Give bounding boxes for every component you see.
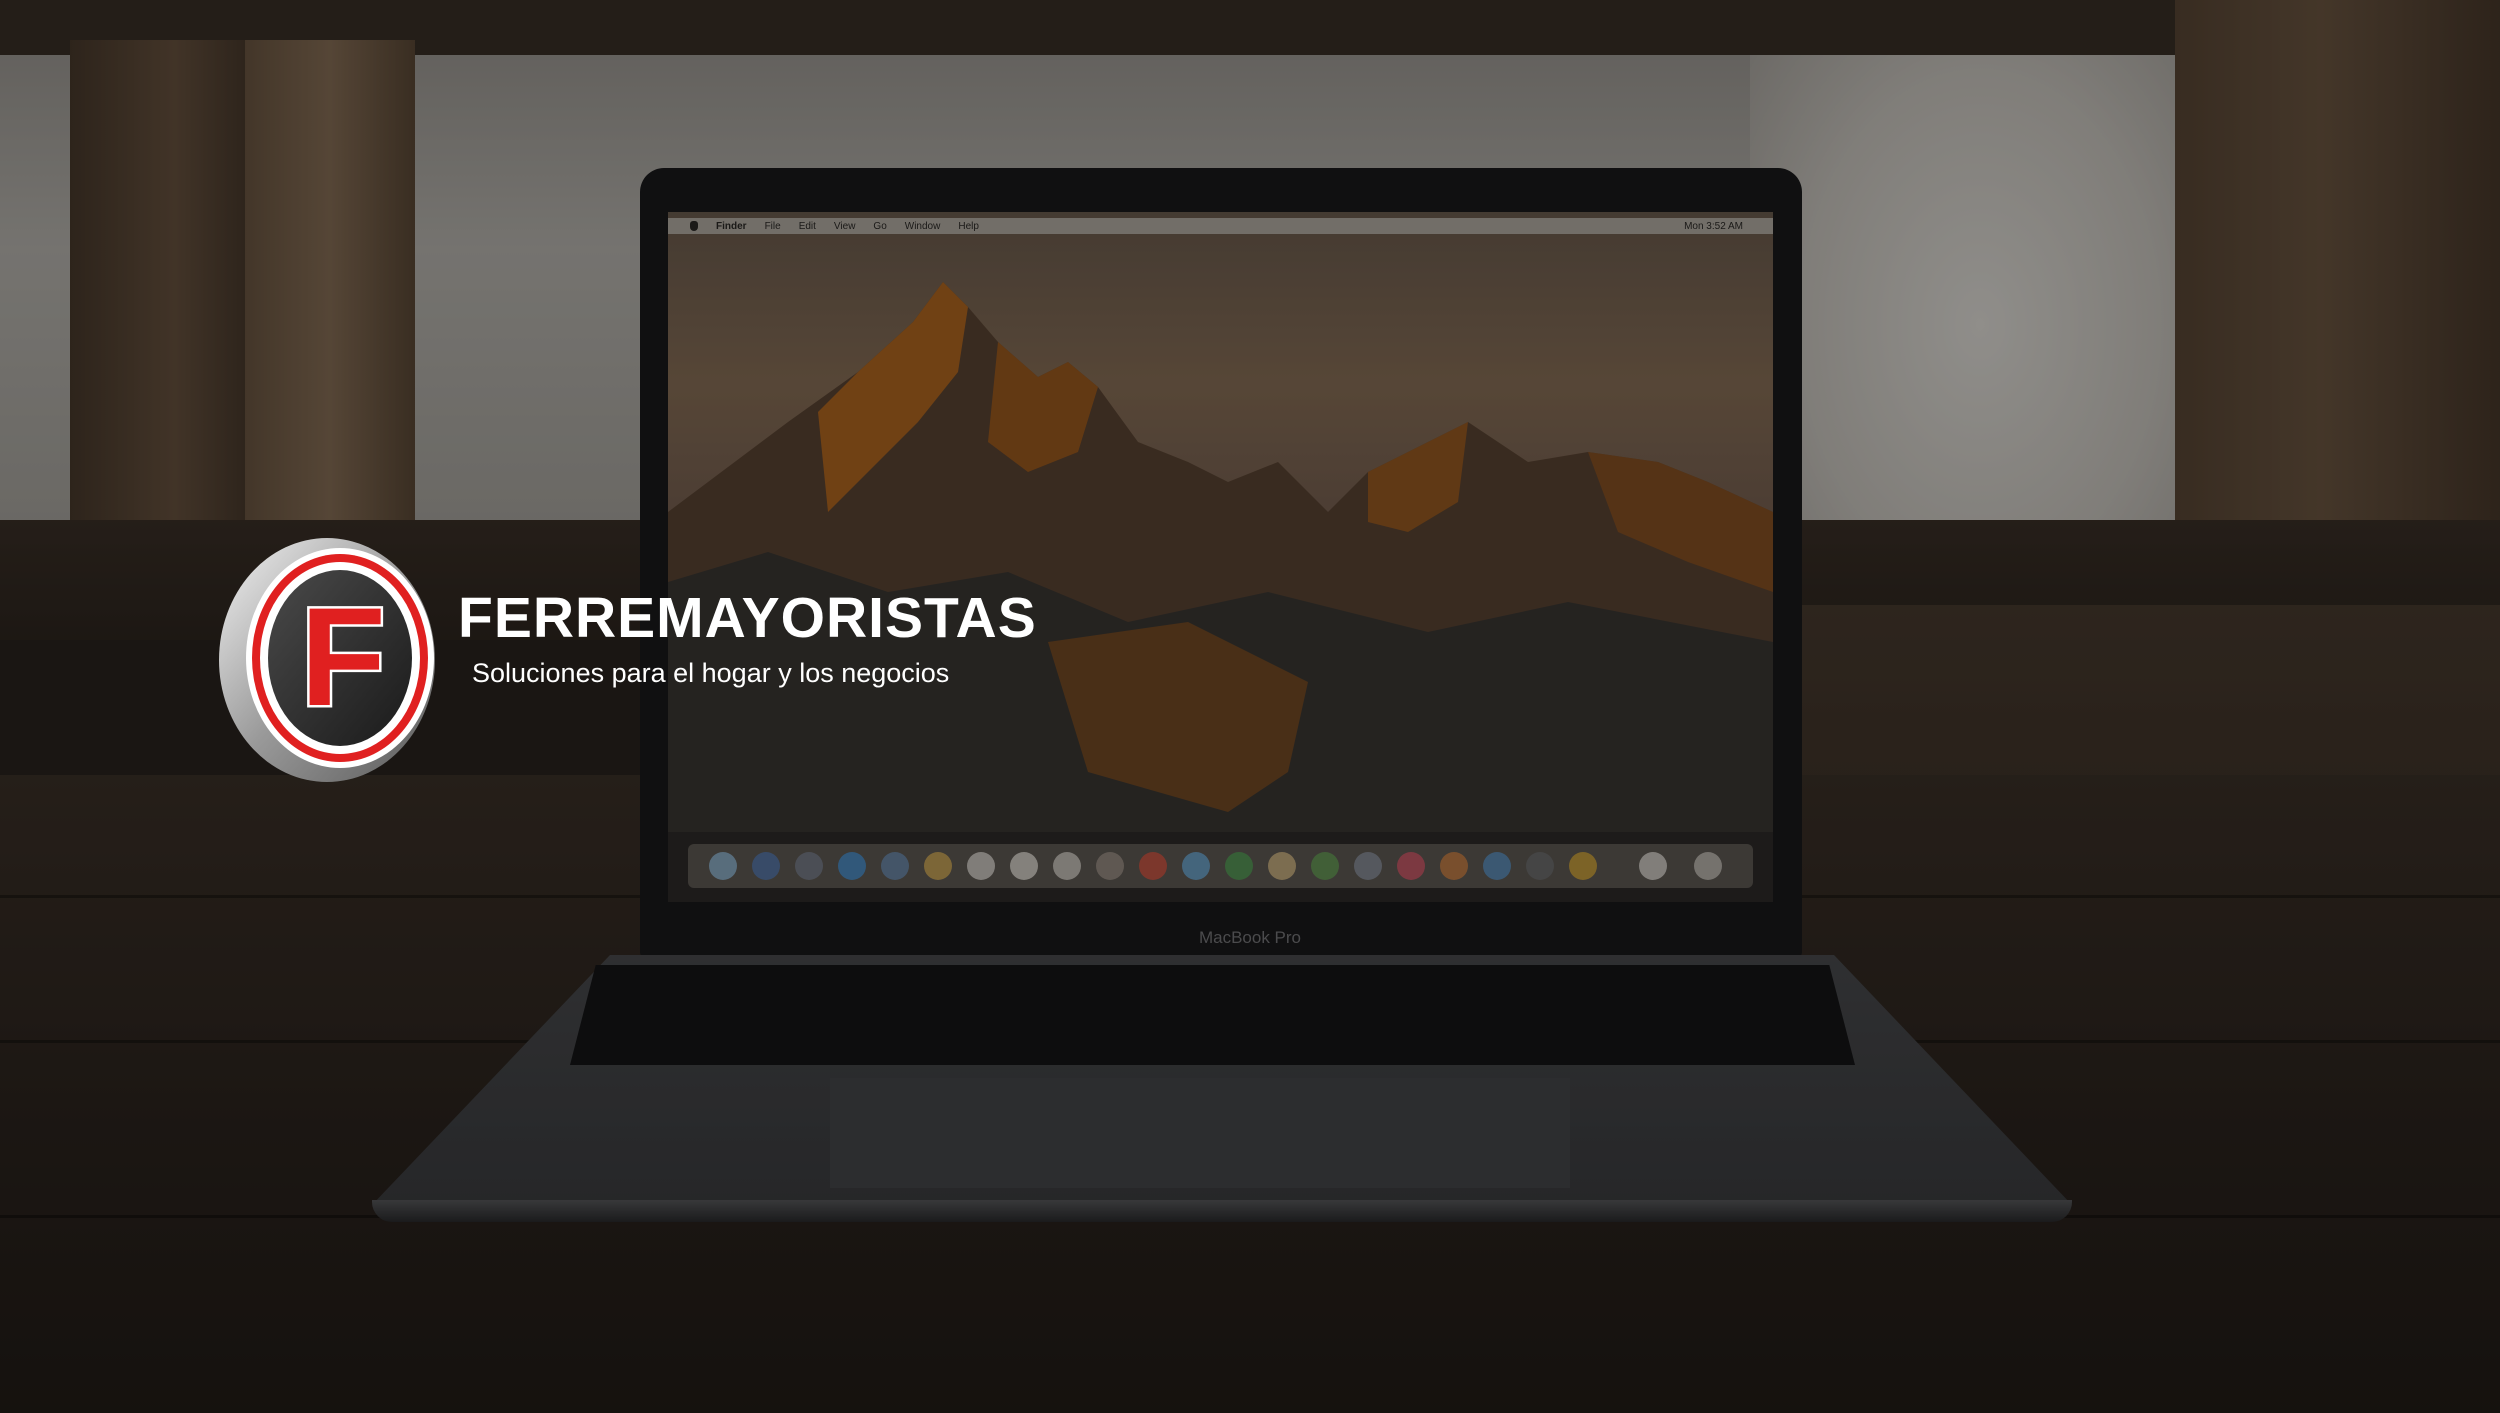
logo-letter: F [300, 578, 386, 735]
brand-name: FERREMAYORISTAS [458, 586, 1037, 650]
brand-tagline: Soluciones para el hogar y los negocios [472, 658, 950, 688]
ferremayoristas-logo-icon: F [219, 538, 435, 782]
